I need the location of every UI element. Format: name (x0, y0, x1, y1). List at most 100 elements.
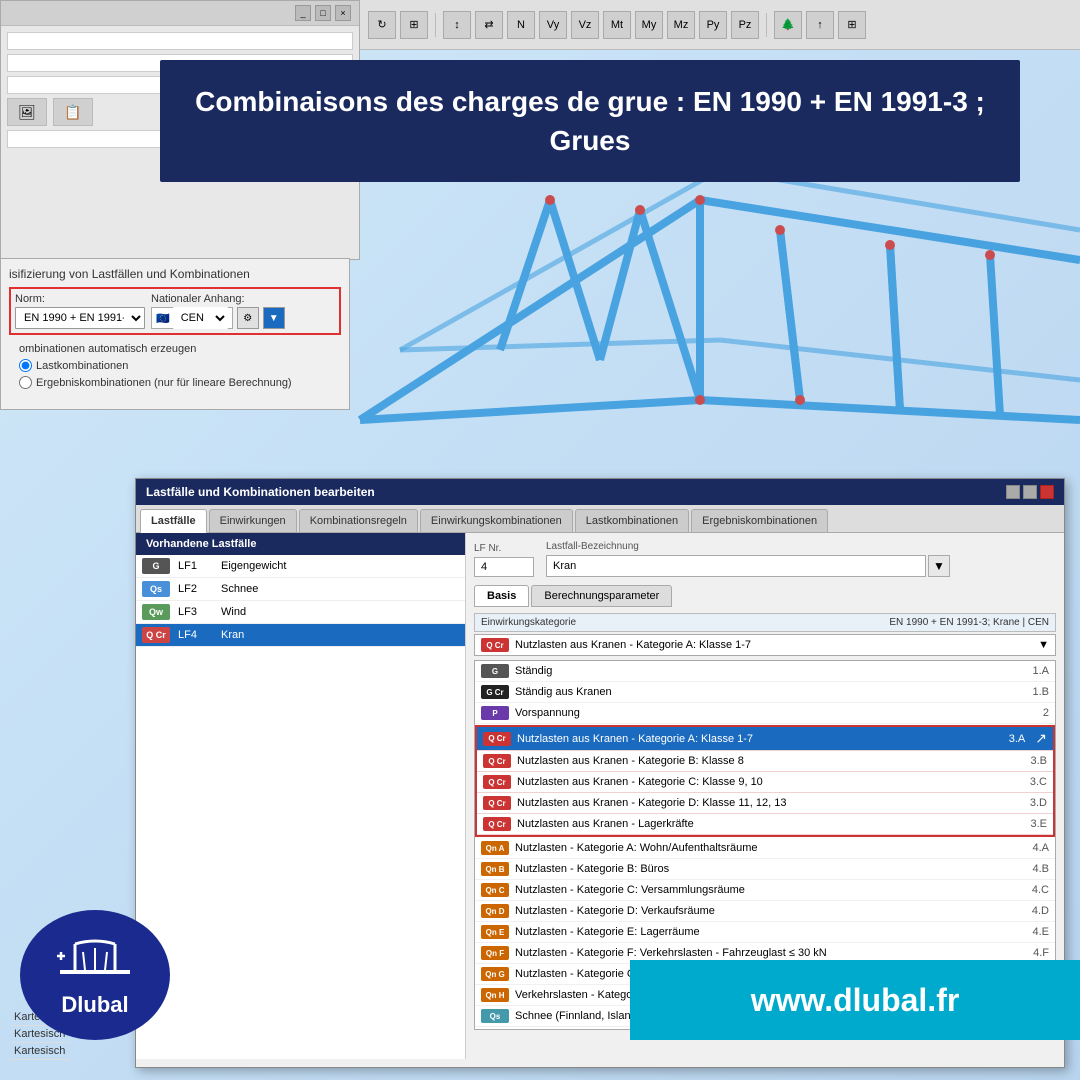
list-item-lf2[interactable]: Qs LF2 Schnee (136, 578, 465, 601)
cat-standig[interactable]: G Ständig 1.A (475, 661, 1055, 682)
cat-badge-qnd: Qn D (481, 904, 509, 918)
sub-tab-basis[interactable]: Basis (474, 585, 529, 607)
dialog-minimize[interactable] (1006, 485, 1020, 499)
icon-btn-2[interactable]: 📋 (53, 98, 93, 126)
tab-einwirkungen[interactable]: Einwirkungen (209, 509, 297, 532)
cat-kran-c[interactable]: Q Cr Nutzlasten aus Kranen - Kategorie C… (477, 772, 1053, 793)
load-cases-list: Vorhandene Lastfälle G LF1 Eigengewicht … (136, 533, 466, 1059)
toolbar-btn-9[interactable]: My (635, 11, 663, 39)
lf-name-label: Lastfall-Bezeichnung (546, 541, 950, 552)
lf-name-dropdown[interactable]: ▼ (928, 555, 950, 577)
lf3-num: LF3 (178, 606, 213, 618)
toolbar-btn-1[interactable]: ↻ (368, 11, 396, 39)
chrome-titlebar: _ □ × (1, 1, 359, 26)
funnel-icon-btn[interactable]: ▼ (263, 307, 285, 329)
norm-select[interactable]: EN 1990 + EN 1991-3; (15, 307, 145, 329)
cat-kran-a[interactable]: Q Cr Nutzlasten aus Kranen - Kategorie A… (477, 727, 1053, 751)
einwirkung-norm: EN 1990 + EN 1991-3; Krane | CEN (889, 617, 1049, 628)
cat-badge-qcr-c: Q Cr (483, 775, 511, 789)
cat-name-nutz-a: Nutzlasten - Kategorie A: Wohn/Aufenthal… (515, 842, 1013, 854)
cursor-icon: ↗ (1035, 730, 1047, 747)
chrome-close[interactable]: × (335, 5, 351, 21)
cat-num-vorspannung: 2 (1019, 707, 1049, 719)
title-banner: Combinaisons des charges de grue : EN 19… (160, 60, 1020, 182)
chrome-maximize[interactable]: □ (315, 5, 331, 21)
tab-lastfalle[interactable]: Lastfälle (140, 509, 207, 533)
cat-standig-kran[interactable]: G Cr Ständig aus Kranen 1.B (475, 682, 1055, 703)
cat-num-standig-kran: 1.B (1019, 686, 1049, 698)
radio-lastkomb[interactable] (19, 359, 32, 372)
cat-vorspannung[interactable]: P Vorspannung 2 (475, 703, 1055, 724)
toolbar-btn-4[interactable]: ⇄ (475, 11, 503, 39)
cat-kran-e[interactable]: Q Cr Nutzlasten aus Kranen - Lagerkräfte… (477, 814, 1053, 835)
toolbar-btn-3[interactable]: ↕ (443, 11, 471, 39)
lf-nr-input[interactable] (474, 557, 534, 577)
tab-kombinationsregeln[interactable]: Kombinationsregeln (299, 509, 418, 532)
badge-g: G (142, 558, 170, 574)
cat-badge-qcr-a: Q Cr (483, 732, 511, 746)
cat-nutz-a[interactable]: Qn A Nutzlasten - Kategorie A: Wohn/Aufe… (475, 838, 1055, 859)
toolbar-btn-tree[interactable]: 🌲 (774, 11, 802, 39)
tab-lastkomb[interactable]: Lastkombinationen (575, 509, 689, 532)
classify-panel: isifizierung von Lastfällen und Kombinat… (0, 258, 350, 410)
dialog-maximize[interactable] (1023, 485, 1037, 499)
lf2-name: Schnee (221, 583, 258, 595)
dlubal-logo: Dlubal (20, 910, 170, 1040)
toolbar-btn-8[interactable]: Mt (603, 11, 631, 39)
dialog-title-bar: Lastfälle und Kombinationen bearbeiten (136, 479, 1064, 505)
website-url: www.dlubal.fr (751, 982, 960, 1019)
lf2-num: LF2 (178, 583, 213, 595)
cat-num-kran-b: 3.B (1017, 755, 1047, 767)
cat-name-kran-a: Nutzlasten aus Kranen - Kategorie A: Kla… (517, 733, 989, 745)
list-header: Vorhandene Lastfälle (136, 533, 465, 555)
toolbar-btn-2[interactable]: ⊞ (400, 11, 428, 39)
cat-kran-b[interactable]: Q Cr Nutzlasten aus Kranen - Kategorie B… (477, 751, 1053, 772)
cat-num-nutz-c: 4.C (1019, 884, 1049, 896)
toolbar-btn-5[interactable]: N (507, 11, 535, 39)
national-select[interactable]: CEN (173, 307, 228, 329)
cat-badge-g: G (481, 664, 509, 678)
lf1-num: LF1 (178, 560, 213, 572)
filter-icon-btn[interactable]: ⚙ (237, 307, 259, 329)
toolbar-btn-12[interactable]: Pz (731, 11, 759, 39)
dialog-close[interactable] (1040, 485, 1054, 499)
radio-item-2[interactable]: Ergebniskombinationen (nur für lineare B… (19, 376, 331, 389)
badge-qs: Qs (142, 581, 170, 597)
category-dropdown-selected[interactable]: Q Cr Nutzlasten aus Kranen - Kategorie A… (474, 634, 1056, 656)
lf-name-input[interactable] (546, 555, 926, 577)
toolbar-btn-10[interactable]: Mz (667, 11, 695, 39)
lf-nr-group: LF Nr. (474, 543, 534, 577)
cat-nutz-d[interactable]: Qn D Nutzlasten - Kategorie D: Verkaufsr… (475, 901, 1055, 922)
cat-badge-qnf: Qn F (481, 946, 509, 960)
cat-name-standig-kran: Ständig aus Kranen (515, 686, 1013, 698)
cat-badge-qne: Qn E (481, 925, 509, 939)
toolbar-btn-grid[interactable]: ⊞ (838, 11, 866, 39)
red-category-group: Q Cr Nutzlasten aus Kranen - Kategorie A… (475, 725, 1055, 837)
cat-nutz-c[interactable]: Qn C Nutzlasten - Kategorie C: Versammlu… (475, 880, 1055, 901)
lf1-name: Eigengewicht (221, 560, 286, 572)
tab-einwirkungskomb[interactable]: Einwirkungskombinationen (420, 509, 573, 532)
dlubal-name: Dlubal (61, 992, 128, 1018)
cat-num-kran-e: 3.E (1017, 818, 1047, 830)
cat-nutz-e[interactable]: Qn E Nutzlasten - Kategorie E: Lagerräum… (475, 922, 1055, 943)
icon-btn-1[interactable]: 🖼 (7, 98, 47, 126)
list-item-lf1[interactable]: G LF1 Eigengewicht (136, 555, 465, 578)
cat-kran-d[interactable]: Q Cr Nutzlasten aus Kranen - Kategorie D… (477, 793, 1053, 814)
toolbar-btn-6[interactable]: Vy (539, 11, 567, 39)
cat-nutz-b[interactable]: Qn B Nutzlasten - Kategorie B: Büros 4.B (475, 859, 1055, 880)
sub-tab-berechnungsparameter[interactable]: Berechnungsparameter (531, 585, 672, 607)
cat-name-nutz-e: Nutzlasten - Kategorie E: Lagerräume (515, 926, 1013, 938)
lf-name-group: Lastfall-Bezeichnung ▼ (546, 541, 950, 577)
lf3-name: Wind (221, 606, 246, 618)
list-item-lf4[interactable]: Q Cr LF4 Kran (136, 624, 465, 647)
toolbar-btn-11[interactable]: Py (699, 11, 727, 39)
list-item-lf3[interactable]: Qw LF3 Wind (136, 601, 465, 624)
tab-ergebniskomb[interactable]: Ergebniskombinationen (691, 509, 828, 532)
radio-ergebnis[interactable] (19, 376, 32, 389)
chrome-minimize[interactable]: _ (295, 5, 311, 21)
sidebar-item-3: Kartesisch (10, 1043, 69, 1060)
classify-title: isifizierung von Lastfällen und Kombinat… (9, 267, 341, 281)
toolbar-btn-up[interactable]: ↑ (806, 11, 834, 39)
radio-item-1[interactable]: Lastkombinationen (19, 359, 331, 372)
toolbar-btn-7[interactable]: Vz (571, 11, 599, 39)
